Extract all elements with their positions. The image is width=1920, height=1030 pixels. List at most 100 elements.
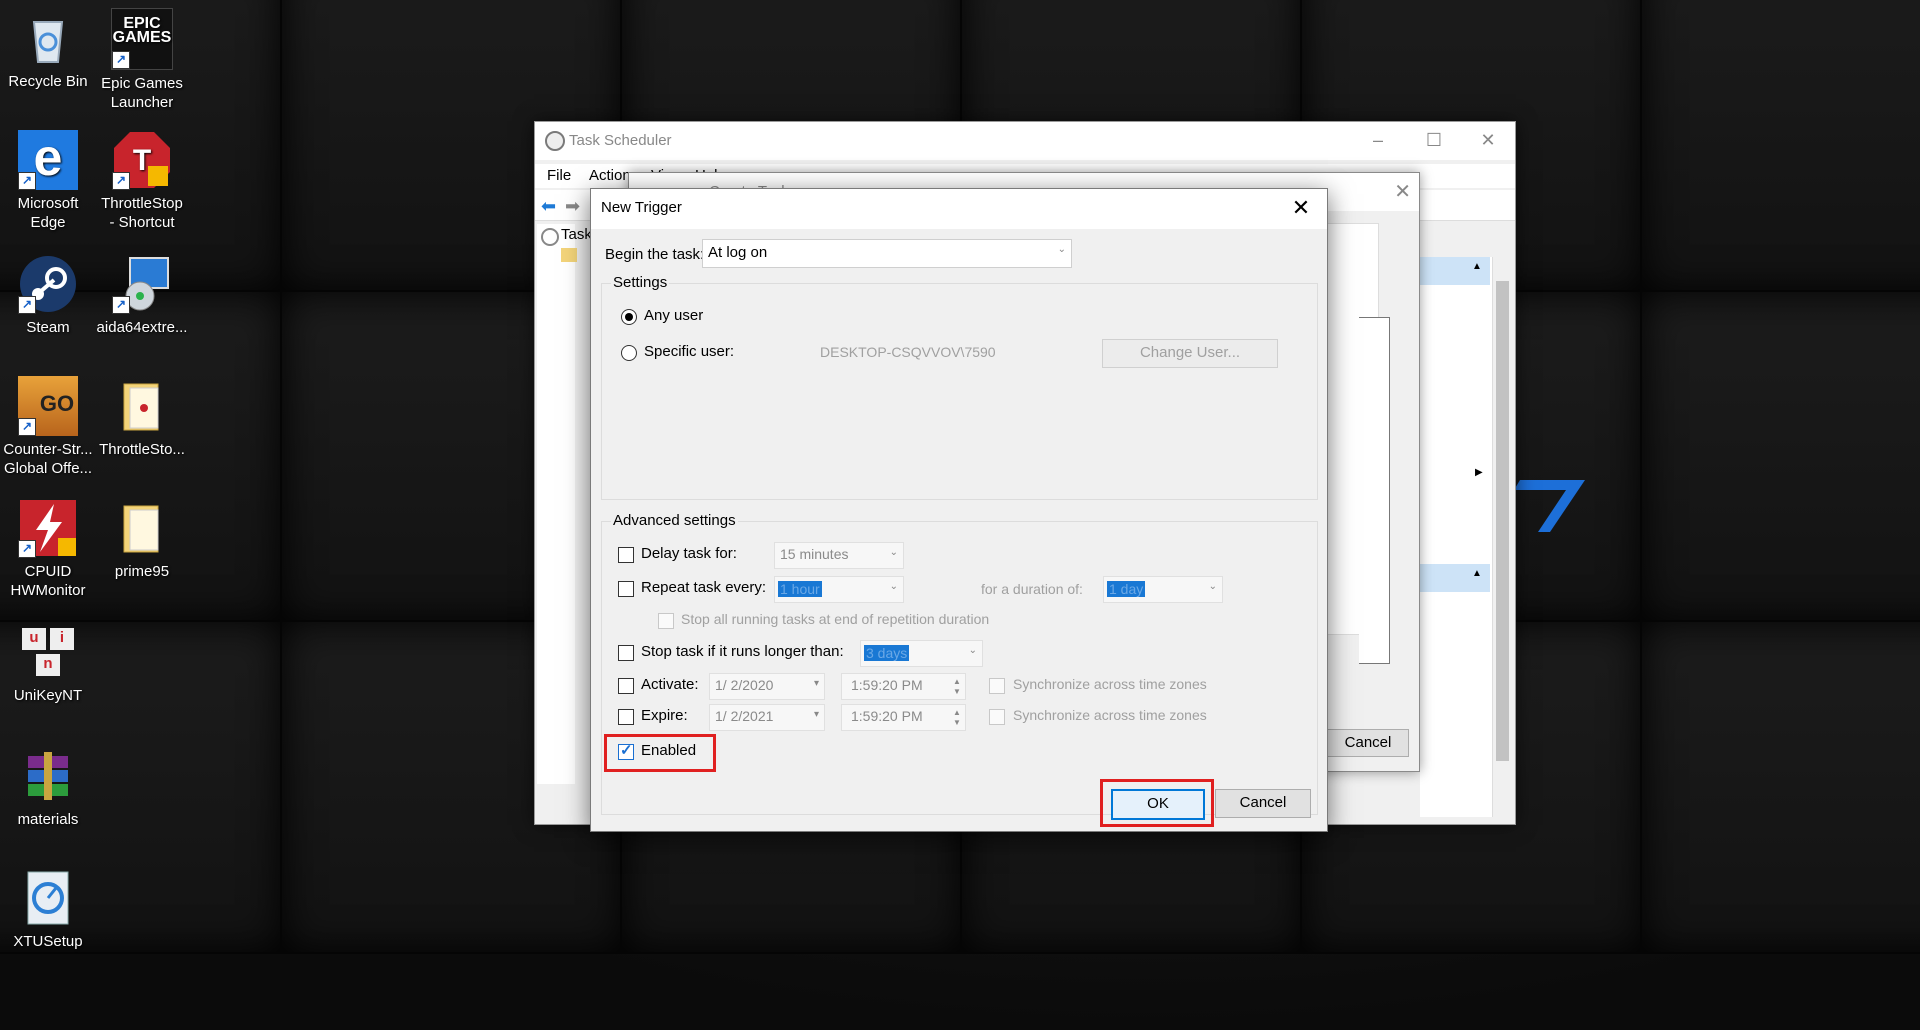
desktop-icon-epic-games-launcher[interactable]: EPIC GAMES ↗ Epic Games Launcher [94,8,190,112]
specific-user-label: Specific user: [644,343,735,360]
calendar-dropdown-icon: ▾ [813,709,819,720]
new-trigger-titlebar[interactable]: New Trigger ✕ [591,189,1327,229]
advanced-settings-label: Advanced settings [611,512,738,529]
ok-button[interactable]: OK [1111,789,1205,820]
expire-date-value: 1/ 2/2021 [715,708,774,724]
activate-checkbox[interactable] [618,678,634,694]
chevron-down-icon: ⌄ [889,581,898,592]
epic-logo-text: EPIC GAMES [112,15,172,46]
steam-icon: ↗ [18,254,78,314]
desktop-icon-label: ThrottleStop - Shortcut [101,195,183,231]
chevron-down-icon: ⌄ [889,547,898,558]
forward-arrow-icon[interactable]: ➡ [565,196,580,217]
activate-date-picker[interactable]: 1/ 2/2020 ▾ [709,673,825,700]
task-library-folder-icon[interactable] [561,248,577,262]
aida64-icon: ↗ [112,254,172,314]
specific-user-value: DESKTOP-CSQVVOV\7590 [820,344,996,360]
desktop-icon-label: CPUID HWMonitor [10,563,86,599]
desktop-icon-recycle-bin[interactable]: Recycle Bin [0,8,96,91]
desktop-icon-steam[interactable]: ↗ Steam [0,254,96,337]
change-user-button[interactable]: Change User... [1102,339,1278,368]
begin-task-label: Begin the task: [605,246,705,263]
create-task-panel-edge [1359,317,1390,664]
any-user-radio[interactable] [621,309,637,325]
desktop-icon-prime95-folder[interactable]: prime95 [94,498,190,581]
stop-all-tasks-checkbox[interactable] [658,613,674,629]
duration-dropdown[interactable]: 1 day ⌄ [1103,576,1223,603]
unikey-key-i: i [50,628,74,650]
expire-label: Expire: [641,707,688,724]
delay-task-dropdown[interactable]: 15 minutes ⌄ [774,542,904,569]
dialog-close-button[interactable]: ✕ [1285,193,1317,223]
sync-expire-checkbox[interactable] [989,709,1005,725]
delay-task-value: 15 minutes [780,546,849,562]
csgo-icon: GO ↗ [18,376,78,436]
unikey-key-u: u [22,628,46,650]
shortcut-arrow-icon: ↗ [18,172,36,190]
repeat-task-value: 1 hour [778,581,822,597]
begin-task-dropdown[interactable]: At log on ⌄ [702,239,1072,268]
navigation-tree[interactable]: Task [537,224,592,784]
calendar-dropdown-icon: ▾ [813,678,819,689]
desktop-icon-label: ThrottleSto... [99,441,185,458]
shortcut-arrow-icon: ↗ [18,296,36,314]
duration-label: for a duration of: [981,581,1083,597]
recycle-bin-icon [18,8,78,68]
expire-date-picker[interactable]: 1/ 2/2021 ▾ [709,704,825,731]
create-task-close-button[interactable]: ✕ [1394,179,1411,204]
desktop-icon-label: Counter-Str... Global Offe... [3,441,93,477]
sync-activate-checkbox[interactable] [989,678,1005,694]
spinner-icon[interactable]: ▲ ▼ [953,677,963,697]
actions-pane: ▲ ▶ ▲ [1420,257,1513,817]
submenu-arrow-icon[interactable]: ▶ [1475,467,1483,478]
specific-user-radio[interactable] [621,345,637,361]
delay-task-checkbox[interactable] [618,547,634,563]
expire-time-picker[interactable]: 1:59:20 PM ▲ ▼ [841,704,966,731]
desktop-icon-csgo[interactable]: GO ↗ Counter-Str... Global Offe... [0,376,96,478]
clock-icon [545,131,565,151]
activate-label: Activate: [641,676,699,693]
cancel-button[interactable]: Cancel [1215,789,1311,818]
spinner-icon[interactable]: ▲ ▼ [953,708,963,728]
desktop-icon-label: aida64extre... [96,319,188,336]
dialog-title: New Trigger [601,199,682,216]
maximize-button[interactable]: ☐ [1411,126,1457,154]
desktop-icon-throttlestop-shortcut[interactable]: T ↗ ThrottleStop - Shortcut [94,130,190,232]
desktop-icon-throttlestop-folder[interactable]: ThrottleSto... [94,376,190,459]
desktop-icon-unikeynt[interactable]: u i n UniKeyNT [0,622,96,705]
back-arrow-icon[interactable]: ⬅ [541,196,556,217]
minimize-button[interactable]: – [1355,126,1401,154]
desktop-icon-materials[interactable]: materials [0,746,96,829]
task-scheduler-titlebar[interactable]: Task Scheduler – ☐ ✕ [535,122,1515,160]
desktop-icon-label: Steam [26,319,70,336]
shortcut-arrow-icon: ↗ [18,540,36,558]
edge-icon: e ↗ [18,130,78,190]
activate-time-picker[interactable]: 1:59:20 PM ▲ ▼ [841,673,966,700]
desktop-icon-aida64extreme[interactable]: ↗ aida64extre... [94,254,190,337]
stop-task-longer-checkbox[interactable] [618,645,634,661]
desktop-icon-microsoft-edge[interactable]: e ↗ Microsoft Edge [0,130,96,232]
repeat-task-dropdown[interactable]: 1 hour ⌄ [774,576,904,603]
delay-task-label: Delay task for: [641,545,737,562]
close-button[interactable]: ✕ [1465,126,1511,154]
chevron-down-icon: ⌄ [968,645,977,656]
csgo-logo-text: GO [39,391,75,416]
collapse-icon[interactable]: ▲ [1472,261,1482,272]
new-trigger-dialog[interactable]: New Trigger ✕ Begin the task: At log on … [590,188,1328,832]
tree-item-task-scheduler[interactable]: Task [561,226,592,243]
advanced-settings-group [601,521,1318,815]
stop-task-longer-dropdown[interactable]: 3 days ⌄ [860,640,983,667]
actions-scrollbar[interactable] [1492,257,1513,817]
menu-action[interactable]: Action [589,167,631,184]
epic-games-icon: EPIC GAMES ↗ [111,8,173,70]
enabled-checkbox[interactable] [618,741,634,760]
desktop-icon-label: Epic Games Launcher [101,75,183,111]
expire-checkbox[interactable] [618,709,634,725]
repeat-task-checkbox[interactable] [618,581,634,597]
create-task-cancel-button[interactable]: Cancel [1327,729,1409,757]
menu-file[interactable]: File [547,167,571,184]
collapse-icon[interactable]: ▲ [1472,568,1482,579]
desktop-icon-label: Microsoft Edge [17,195,79,231]
desktop-icon-cpuid-hwmonitor[interactable]: ↗ CPUID HWMonitor [0,498,96,600]
desktop-icon-xtusetup[interactable]: XTUSetup [0,868,96,951]
